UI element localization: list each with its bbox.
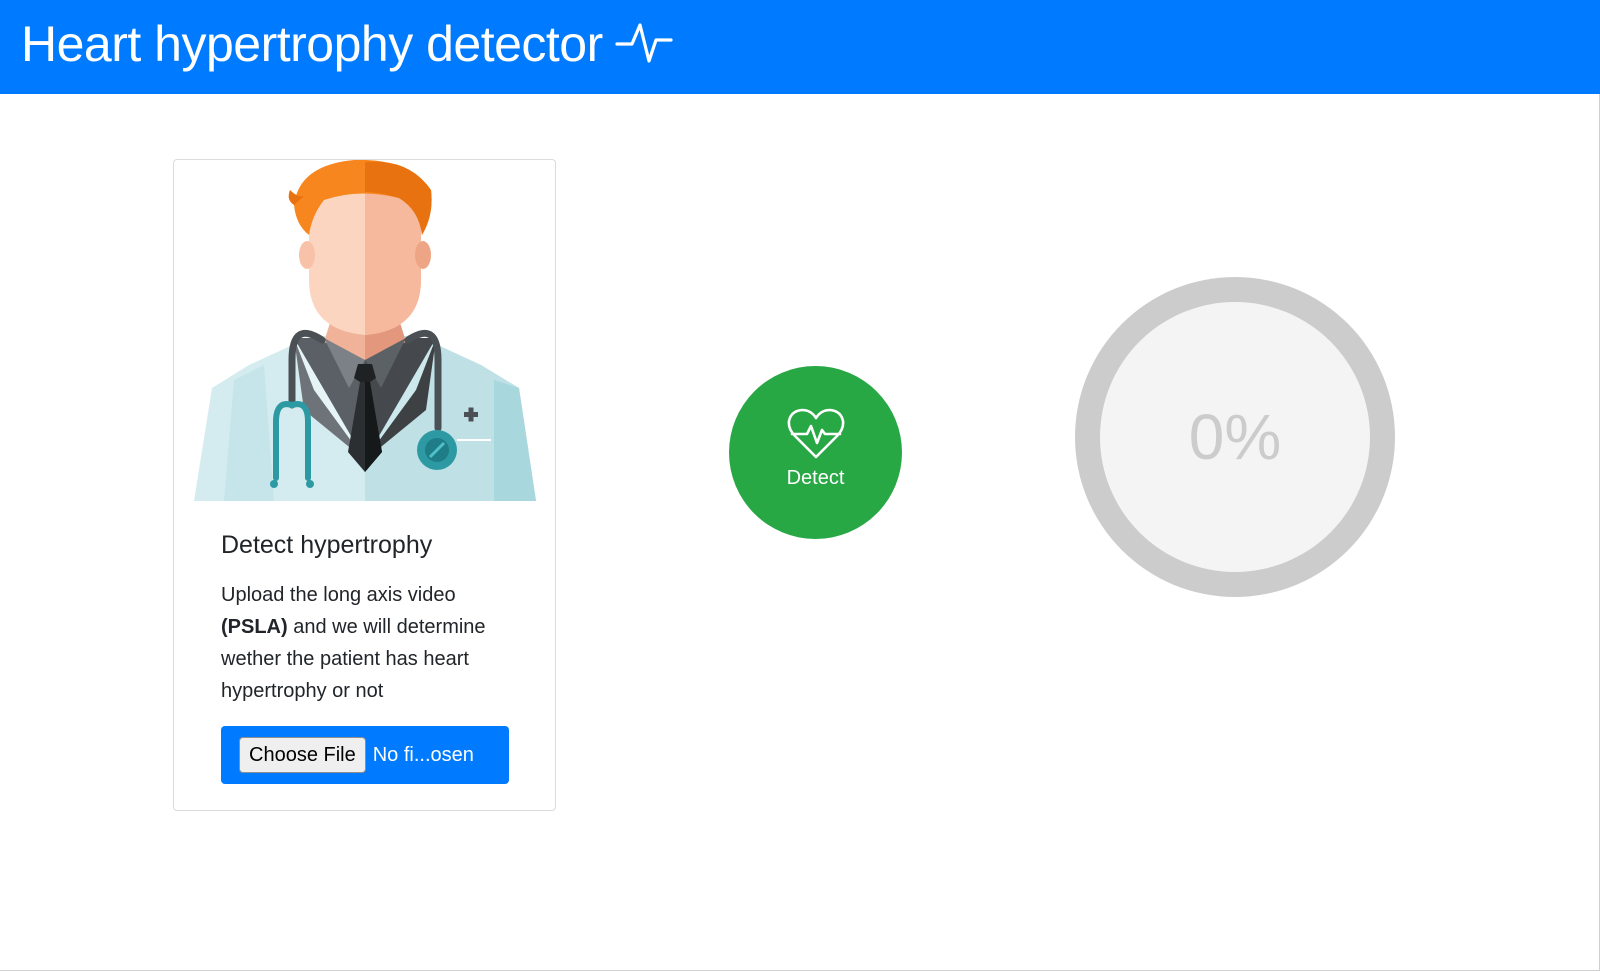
heart-pulse-icon <box>787 408 844 458</box>
header-bar: Heart hypertrophy detector <box>0 0 1600 94</box>
app-window: Heart hypertrophy detector Detect hypert… <box>0 0 1600 971</box>
pulse-icon <box>615 23 673 63</box>
description-bold: (PSLA) <box>221 616 288 638</box>
file-upload-input[interactable]: Choose File No fi...osen <box>221 726 509 784</box>
detect-label: Detect <box>786 466 845 489</box>
progress-percentage: 0% <box>1188 401 1282 473</box>
progress-indicator: 0% <box>1075 277 1395 597</box>
card-description: Upload the long axis video (PSLA) and we… <box>221 579 521 707</box>
card-title: Detect hypertrophy <box>221 531 433 559</box>
description-text: Upload the long axis video <box>221 584 456 606</box>
choose-file-button[interactable]: Choose File <box>239 737 366 773</box>
detect-button[interactable]: Detect <box>729 366 902 539</box>
upload-card: Detect hypertrophy Upload the long axis … <box>173 159 556 811</box>
doctor-illustration <box>194 160 536 501</box>
page-title: Heart hypertrophy detector <box>21 16 603 72</box>
progress-inner: 0% <box>1100 302 1370 572</box>
file-status-text: No fi...osen <box>372 743 474 766</box>
